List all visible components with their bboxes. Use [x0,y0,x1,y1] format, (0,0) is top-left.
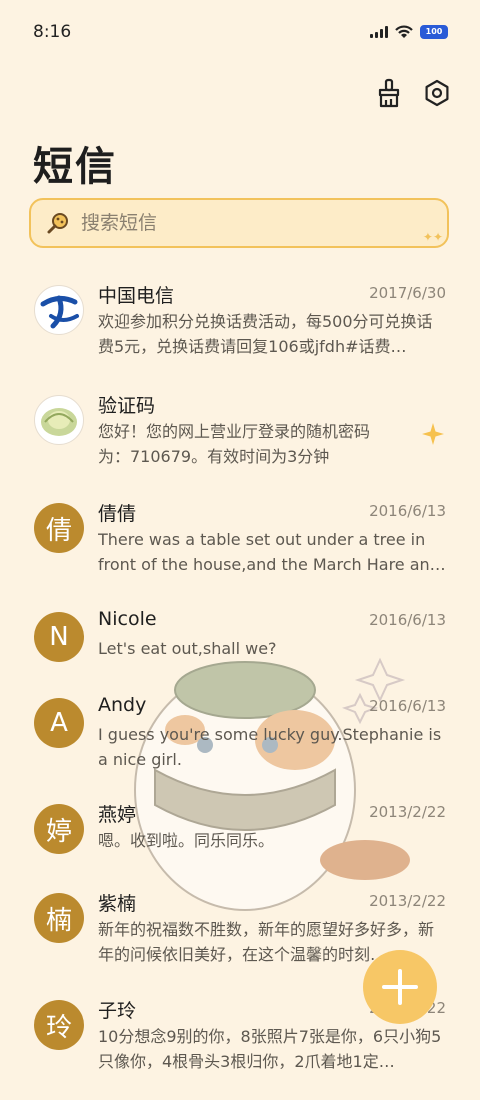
conversation-item[interactable]: 倩 倩倩 2016/6/13 There was a table set out… [0,502,480,603]
contact-name: Andy [98,694,147,716]
search-icon [47,213,68,234]
avatar: 婷 [34,804,84,854]
search-input[interactable] [79,211,403,235]
plus-icon [382,969,418,1005]
contact-name: 验证码 [98,395,156,417]
contact-name: 子玲 [98,1000,137,1022]
status-icons: 100 [370,24,448,40]
avatar: 玲 [34,1000,84,1050]
message-preview: 欢迎参加积分兑换话费活动，每500分可兑换话费5元，兑换话费请回复106或jfd… [98,312,433,356]
avatar-china-telecom-logo [34,285,84,335]
message-preview: I guess you're some lucky guy.Stephanie … [98,725,442,769]
star-icon[interactable] [422,423,444,445]
contact-name: 中国电信 [98,285,175,307]
message-date: 2016/6/13 [369,502,446,520]
message-preview: 您好！您的网上营业厅登录的随机密码为：710679。有效时间为3分钟 [98,422,371,466]
conversation-item[interactable]: 验证码 您好！您的网上营业厅登录的随机密码为：710679。有效时间为3分钟 [0,395,480,495]
battery-icon: 100 [420,25,448,39]
message-preview: There was a table set out under a tree i… [98,530,446,574]
contact-name: 紫楠 [98,893,137,915]
message-preview: Let's eat out,shall we? [98,639,277,658]
conversation-item[interactable]: A Andy 2016/6/13 I guess you're some luc… [0,694,480,798]
new-message-button[interactable] [363,950,437,1024]
avatar: A [34,698,84,748]
signal-icon [370,26,388,38]
contact-name: Nicole [98,608,157,630]
message-date: 2013/2/22 [369,892,446,910]
status-time: 8:16 [33,22,72,42]
settings-icon[interactable] [422,78,452,108]
avatar: 楠 [34,893,84,943]
status-bar: 8:16 100 [0,0,480,66]
avatar: 倩 [34,503,84,553]
china-telecom-logo-icon [40,295,79,329]
conversation-item[interactable]: 婷 燕婷 2013/2/22 嗯。收到啦。同乐同乐。 [0,803,480,904]
page-title: 短信 [33,144,117,190]
contact-name: 倩倩 [98,503,137,525]
clean-brush-icon[interactable] [374,78,404,108]
message-preview: 嗯。收到啦。同乐同乐。 [98,831,275,850]
message-date: 2017/6/30 [369,284,446,302]
avatar: N [34,612,84,662]
contact-name: 燕婷 [98,804,137,826]
cabbage-image [41,408,77,436]
message-date: 2016/6/13 [369,697,446,715]
avatar-cabbage-image [34,395,84,445]
search-bar[interactable]: ✦✦ [29,198,449,248]
sparkle-icon: ✦✦ [422,230,443,244]
message-date: 2013/2/22 [369,803,446,821]
top-actions [374,78,452,108]
message-date: 2016/6/13 [369,611,446,629]
conversation-item[interactable]: 中国电信 2017/6/30 欢迎参加积分兑换话费活动，每500分可兑换话费5元… [0,284,480,385]
wifi-icon [395,25,413,38]
